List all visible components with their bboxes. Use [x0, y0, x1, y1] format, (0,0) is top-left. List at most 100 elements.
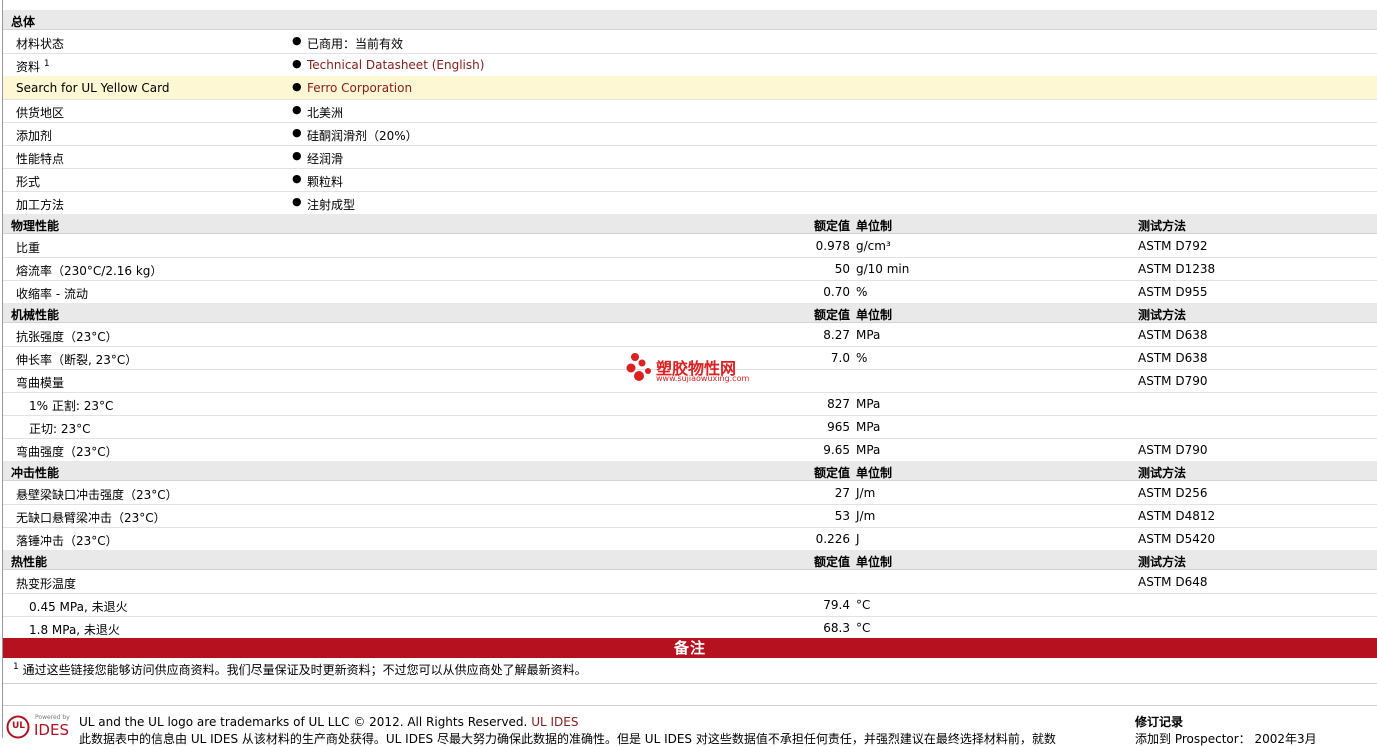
- property-unit: g/10 min: [856, 262, 910, 276]
- footnote: 1 通过这些链接您能够访问供应商资料。我们尽量保证及时更新资料；不过您可以从供应…: [13, 661, 587, 678]
- bullet-icon: ●: [292, 80, 302, 93]
- property-label: 0.45 MPa, 未退火: [29, 600, 128, 614]
- test-method-header: 测试方法: [1138, 466, 1187, 480]
- property-row: 0.45 MPa, 未退火 79.4 °C: [3, 593, 1377, 617]
- general-row: 供货地区 ● 北美洲: [3, 99, 1377, 123]
- value-link[interactable]: Technical Datasheet (English): [307, 58, 484, 72]
- general-row: 形式 ● 颗粒料: [3, 168, 1377, 192]
- unit-header: 单位制: [856, 219, 893, 233]
- property-label: 比重: [16, 241, 41, 255]
- unit-header: 单位制: [856, 308, 893, 322]
- logo-powered-by: Powered by: [35, 714, 70, 721]
- general-row: 材料状态 ● 已商用：当前有效: [3, 30, 1377, 54]
- row-label-text: 资料: [16, 60, 41, 74]
- property-unit: °C: [856, 598, 871, 612]
- row-label: 加工方法: [16, 196, 64, 213]
- general-row: 添加剂 ● 硅酮润滑剂（20%）: [3, 122, 1377, 146]
- test-method: ASTM D955: [1138, 285, 1208, 299]
- logo-ides: IDES: [34, 721, 69, 739]
- property-unit: J: [856, 532, 860, 546]
- bullet-icon: ●: [292, 172, 302, 185]
- property-unit: MPa: [856, 397, 881, 411]
- row-label: 供货地区: [16, 104, 64, 121]
- section-header: 热性能 额定值 单位制 测试方法: [3, 550, 1377, 570]
- row-value: 注射成型: [307, 198, 356, 212]
- row-label-text: 添加剂: [16, 129, 53, 143]
- general-row: 性能特点 ● 经润滑: [3, 145, 1377, 169]
- bullet-icon: ●: [292, 103, 302, 116]
- row-label-text: 加工方法: [16, 198, 65, 212]
- row-label-text: Search for UL Yellow Card: [16, 81, 170, 95]
- footnote-ref: 1: [43, 59, 50, 69]
- property-value: 965: [827, 420, 850, 434]
- property-label: 熔流率（230°C/2.16 kg）: [16, 264, 163, 278]
- property-unit: MPa: [856, 420, 881, 434]
- section-title: 机械性能: [11, 308, 60, 322]
- watermark-url: www.sujiaowuxing.com: [656, 374, 750, 383]
- nominal-header: 额定值: [813, 555, 850, 569]
- bullet-icon: ●: [292, 126, 302, 139]
- test-method-header: 测试方法: [1138, 308, 1187, 322]
- unit-header: 单位制: [856, 466, 893, 480]
- property-row: 悬壁梁缺口冲击强度（23°C） 27 J/m ASTM D256: [3, 481, 1377, 505]
- test-method-header: 测试方法: [1138, 219, 1187, 233]
- row-value: 已商用：当前有效: [307, 37, 404, 51]
- section-title: 总体: [11, 15, 36, 29]
- bullet-icon: ●: [292, 57, 302, 70]
- property-label: 正切: 23°C: [29, 422, 91, 436]
- row-label: 形式: [16, 173, 40, 190]
- property-row: 热变形温度 ASTM D648: [3, 570, 1377, 594]
- property-label: 弯曲模量: [16, 376, 65, 390]
- property-label: 1.8 MPa, 未退火: [29, 623, 120, 637]
- property-value: 53: [834, 509, 850, 523]
- property-row: 弯曲强度（23°C） 9.65 MPa ASTM D790: [3, 438, 1377, 462]
- property-row: 1% 正割: 23°C 827 MPa: [3, 392, 1377, 416]
- section-title: 物理性能: [11, 219, 60, 233]
- row-label-text: 材料状态: [16, 37, 65, 51]
- section-title: 热性能: [11, 555, 48, 569]
- row-label: 性能特点: [16, 150, 64, 167]
- property-label: 抗张强度（23°C）: [16, 330, 118, 344]
- nominal-header: 额定值: [813, 466, 850, 480]
- property-value: 0.226: [815, 532, 850, 546]
- ul-logo-text: UL: [12, 721, 26, 731]
- property-unit: MPa: [856, 443, 881, 457]
- ul-ides-link[interactable]: UL IDES: [531, 715, 578, 729]
- property-unit: °C: [856, 621, 871, 635]
- watermark-logo-icon: [626, 353, 651, 381]
- footnote-text: 通过这些链接您能够访问供应商资料。我们尽量保证及时更新资料；不过您可以从供应商处…: [22, 663, 587, 677]
- property-unit: J/m: [856, 486, 876, 500]
- row-label-text: 性能特点: [16, 152, 65, 166]
- property-value: 0.978: [815, 239, 850, 253]
- property-value: 50: [834, 262, 850, 276]
- row-value: 经润滑: [307, 152, 344, 166]
- test-method: ASTM D792: [1138, 239, 1208, 253]
- property-value: 68.3: [823, 621, 850, 635]
- section-header: 冲击性能 额定值 单位制 测试方法: [3, 461, 1377, 481]
- section-title: 冲击性能: [11, 466, 60, 480]
- row-value: 硅酮润滑剂（20%）: [307, 129, 418, 143]
- property-label: 1% 正割: 23°C: [29, 399, 114, 413]
- property-label: 弯曲强度（23°C）: [16, 445, 118, 459]
- footer-trademark: UL and the UL logo are trademarks of UL …: [79, 715, 578, 729]
- property-unit: %: [856, 285, 868, 299]
- row-value: 北美洲: [307, 106, 344, 120]
- property-unit: g/cm³: [856, 239, 891, 253]
- test-method: ASTM D638: [1138, 351, 1208, 365]
- row-label: Search for UL Yellow Card: [16, 81, 169, 95]
- property-unit: MPa: [856, 328, 881, 342]
- footnote-marker: 1: [13, 662, 19, 672]
- test-method: ASTM D256: [1138, 486, 1208, 500]
- divider: [3, 683, 1377, 684]
- property-label: 伸长率（断裂, 23°C）: [16, 353, 138, 367]
- bullet-icon: ●: [292, 149, 302, 162]
- ul-ides-logo[interactable]: UL Powered by IDES: [6, 714, 72, 739]
- property-value: 79.4: [823, 598, 850, 612]
- general-row: Search for UL Yellow Card ● Ferro Corporat…: [3, 76, 1377, 100]
- value-link[interactable]: Ferro Corporation: [307, 81, 412, 95]
- notes-header: 备注: [3, 638, 1377, 658]
- property-row: 收缩率 - 流动 0.70% ASTM D955: [3, 280, 1377, 304]
- property-label: 收缩率 - 流动: [16, 287, 88, 301]
- row-label: 材料状态: [16, 35, 64, 52]
- divider: [3, 705, 1377, 706]
